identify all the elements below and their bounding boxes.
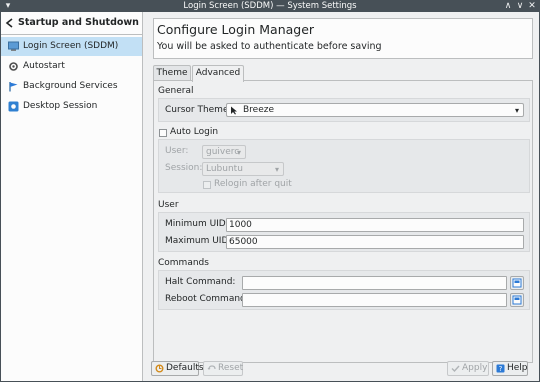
document-open-icon bbox=[512, 295, 522, 305]
cursor-theme-label: Cursor Theme: bbox=[165, 105, 232, 115]
tab-advanced[interactable]: Advanced bbox=[192, 65, 244, 82]
user-label: User: bbox=[165, 146, 189, 156]
auto-login-checkbox[interactable] bbox=[159, 129, 167, 137]
user-combo[interactable]: guiverc ▾ bbox=[202, 145, 246, 159]
commands-frame: Halt Command: Reboot Command: bbox=[158, 270, 530, 310]
cursor-icon bbox=[231, 106, 237, 115]
chevron-down-icon: ▾ bbox=[236, 148, 241, 157]
module-header: Configure Login Manager You will be aske… bbox=[153, 18, 533, 59]
tab-theme[interactable]: Theme bbox=[153, 65, 191, 81]
sidebar-item-autostart[interactable]: Autostart bbox=[1, 57, 142, 76]
svg-text:?: ? bbox=[499, 365, 503, 373]
window-title: Login Screen (SDDM) — System Settings bbox=[183, 1, 357, 11]
sidebar-header-label: Startup and Shutdown bbox=[18, 17, 139, 28]
reboot-command-field[interactable] bbox=[242, 293, 507, 307]
system-settings-window: Startup and Shutdown Login Screen (SDDM)… bbox=[0, 12, 540, 382]
chevron-down-icon: ▾ bbox=[274, 165, 279, 174]
user-combo-value: guiverc bbox=[206, 147, 240, 157]
checkmark-icon bbox=[451, 365, 460, 373]
relogin-checkbox[interactable] bbox=[203, 181, 211, 189]
maximum-uid-field[interactable]: 65000 bbox=[226, 235, 524, 249]
sidebar-item-desktop-session[interactable]: Desktop Session bbox=[1, 97, 142, 116]
help-button[interactable]: ? Help bbox=[492, 361, 528, 376]
auto-login-label[interactable]: Auto Login bbox=[170, 127, 218, 137]
sidebar-header[interactable]: Startup and Shutdown bbox=[1, 12, 142, 35]
login-screen-icon bbox=[8, 41, 19, 51]
sidebar-item-label: Desktop Session bbox=[23, 101, 98, 111]
close-icon[interactable]: ✕ bbox=[527, 0, 537, 12]
back-arrow-icon[interactable] bbox=[5, 18, 14, 28]
help-button-label: Help bbox=[507, 363, 528, 373]
halt-command-label: Halt Command: bbox=[165, 277, 236, 287]
sidebar-item-label: Login Screen (SDDM) bbox=[23, 41, 119, 51]
main-panel: Configure Login Manager You will be aske… bbox=[148, 12, 537, 381]
window-titlebar[interactable]: ▾ Login Screen (SDDM) — System Settings … bbox=[0, 0, 540, 12]
session-label: Session: bbox=[165, 163, 203, 173]
defaults-button[interactable]: Defaults bbox=[151, 361, 204, 376]
sidebar: Startup and Shutdown Login Screen (SDDM)… bbox=[1, 12, 143, 381]
sidebar-item-background-services[interactable]: Background Services bbox=[1, 77, 142, 96]
sidebar-item-label: Background Services bbox=[23, 81, 118, 91]
commands-section-title: Commands bbox=[158, 258, 209, 268]
apply-button[interactable]: Apply bbox=[447, 361, 489, 376]
sidebar-item-label: Autostart bbox=[23, 61, 65, 71]
help-icon: ? bbox=[496, 364, 505, 373]
defaults-icon bbox=[155, 364, 164, 373]
halt-command-browse-button[interactable] bbox=[510, 276, 524, 290]
page-subtitle: You will be asked to authenticate before… bbox=[157, 41, 382, 52]
user-frame: Minimum UID: 1000 Maximum UID: 65000 bbox=[158, 212, 530, 252]
cursor-theme-value: Breeze bbox=[243, 105, 275, 115]
defaults-button-label: Defaults bbox=[166, 363, 204, 373]
reboot-command-label: Reboot Command: bbox=[165, 294, 249, 304]
minimum-uid-field[interactable]: 1000 bbox=[226, 218, 524, 232]
general-frame: Cursor Theme: Breeze ▾ bbox=[158, 98, 530, 122]
cursor-theme-combo[interactable]: Breeze ▾ bbox=[226, 103, 524, 117]
undo-icon bbox=[207, 365, 216, 370]
reset-button-label: Reset bbox=[218, 363, 244, 373]
maximum-uid-label: Maximum UID: bbox=[165, 236, 232, 246]
apply-button-label: Apply bbox=[462, 363, 488, 373]
relogin-label: Relogin after quit bbox=[214, 179, 292, 189]
flag-icon bbox=[9, 82, 18, 92]
document-open-icon bbox=[512, 278, 522, 288]
session-combo-value: Lubuntu bbox=[206, 164, 243, 174]
minimum-uid-label: Minimum UID: bbox=[165, 219, 229, 229]
sidebar-item-login-screen[interactable]: Login Screen (SDDM) bbox=[1, 37, 142, 56]
desktop-icon bbox=[8, 101, 19, 112]
halt-command-field[interactable] bbox=[242, 276, 507, 290]
advanced-tab-panel: General Cursor Theme: Breeze ▾ Auto Logi… bbox=[153, 80, 533, 363]
chevron-down-icon: ▾ bbox=[514, 106, 519, 115]
keep-above-icon[interactable]: ∧ bbox=[503, 0, 513, 12]
minimize-icon[interactable]: ∨ bbox=[515, 0, 525, 12]
general-section-title: General bbox=[158, 86, 194, 96]
reboot-command-browse-button[interactable] bbox=[510, 293, 524, 307]
auto-login-frame: User: guiverc ▾ Session: Lubuntu ▾ Relog… bbox=[158, 139, 530, 193]
session-combo[interactable]: Lubuntu ▾ bbox=[202, 162, 284, 176]
page-title: Configure Login Manager bbox=[157, 22, 315, 37]
reset-button[interactable]: Reset bbox=[203, 361, 243, 376]
user-section-title: User bbox=[158, 200, 179, 210]
gear-icon bbox=[9, 62, 18, 71]
